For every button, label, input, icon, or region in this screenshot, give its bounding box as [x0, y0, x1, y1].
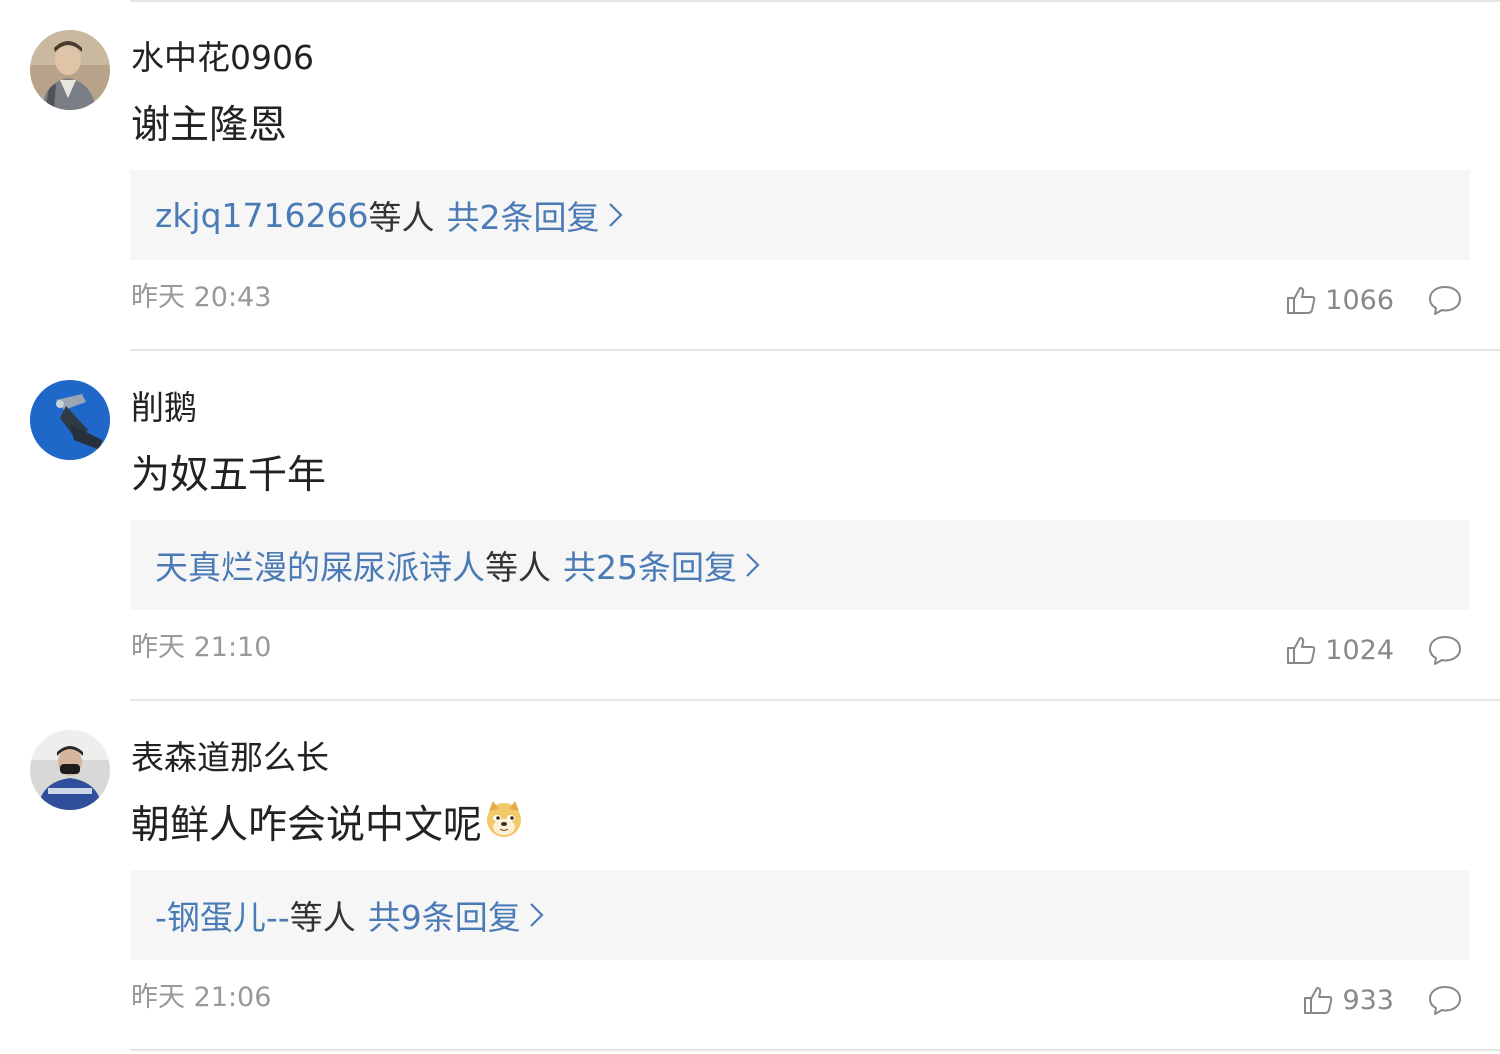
comment-text-row: 朝鲜人咋会说中文呢 — [131, 800, 524, 852]
comment-item: 水中花0906 谢主隆恩 zkjq1716266 等人 共2条回复 昨天 20:… — [0, 0, 1500, 351]
avatar-image — [30, 730, 110, 810]
reply-users[interactable]: 天真烂漫的屎尿派诗人 — [155, 541, 485, 589]
reply-users[interactable]: -钢蛋儿-- — [155, 891, 290, 939]
reply-etc: 等人 — [368, 198, 435, 237]
comment-actions: 1024 — [1285, 630, 1462, 670]
reply-count-link[interactable]: 共2条回复 — [447, 191, 600, 239]
chevron-right-icon — [606, 200, 626, 230]
reply-etc: 等人 — [289, 898, 356, 937]
timestamp: 昨天 21:06 — [131, 982, 272, 1013]
comment-item: 削鹅 为奴五千年 天真烂漫的屎尿派诗人 等人 共25条回复 昨天 21:10 1… — [0, 350, 1500, 701]
like-button[interactable]: 1024 — [1285, 634, 1394, 666]
timestamp: 昨天 20:43 — [131, 282, 272, 313]
comment-text: 为奴五千年 — [131, 453, 327, 498]
timestamp: 昨天 21:10 — [131, 632, 272, 663]
thumbs-up-icon — [1285, 634, 1317, 666]
divider — [130, 1049, 1500, 1051]
comment-bubble-icon[interactable] — [1428, 634, 1462, 666]
comment-actions: 1066 — [1285, 280, 1462, 320]
reply-etc: 等人 — [485, 548, 551, 587]
comment-text-row: 为奴五千年 — [131, 450, 326, 502]
username[interactable]: 表森道那么长 — [131, 736, 329, 780]
comment-actions: 933 — [1302, 980, 1462, 1020]
avatar-image — [30, 380, 110, 460]
reply-summary[interactable]: zkjq1716266 等人 共2条回复 — [130, 170, 1470, 260]
comment-text: 朝鲜人咋会说中文呢 — [131, 803, 483, 848]
reply-count-link[interactable]: 共9条回复 — [368, 891, 521, 939]
like-button[interactable]: 1066 — [1285, 284, 1394, 316]
reply-summary[interactable]: 天真烂漫的屎尿派诗人 等人 共25条回复 — [130, 520, 1470, 610]
comment-bubble-icon[interactable] — [1428, 984, 1462, 1016]
like-count: 1066 — [1325, 284, 1394, 316]
reply-users[interactable]: zkjq1716266 — [155, 196, 369, 235]
chevron-right-icon — [527, 900, 547, 930]
comment-text: 谢主隆恩 — [131, 103, 288, 148]
avatar[interactable] — [30, 380, 110, 460]
avatar[interactable] — [30, 730, 110, 810]
doge-emoji-icon — [484, 799, 524, 839]
avatar-image — [30, 30, 110, 110]
comment-text-row: 谢主隆恩 — [131, 100, 287, 152]
like-button[interactable]: 933 — [1302, 984, 1394, 1016]
like-count: 1024 — [1325, 634, 1394, 666]
reply-count-link[interactable]: 共25条回复 — [563, 541, 737, 589]
reply-summary[interactable]: -钢蛋儿-- 等人 共9条回复 — [130, 870, 1470, 960]
comment-item: 表森道那么长 朝鲜人咋会说中文呢 -钢蛋儿-- 等人 共9条回复 昨天 21:0… — [0, 700, 1500, 1051]
thumbs-up-icon — [1302, 984, 1334, 1016]
chevron-right-icon — [743, 550, 763, 580]
thumbs-up-icon — [1285, 284, 1317, 316]
username[interactable]: 削鹅 — [131, 386, 197, 430]
like-count: 933 — [1342, 984, 1394, 1016]
username[interactable]: 水中花0906 — [131, 36, 314, 80]
avatar[interactable] — [30, 30, 110, 110]
comment-bubble-icon[interactable] — [1428, 284, 1462, 316]
